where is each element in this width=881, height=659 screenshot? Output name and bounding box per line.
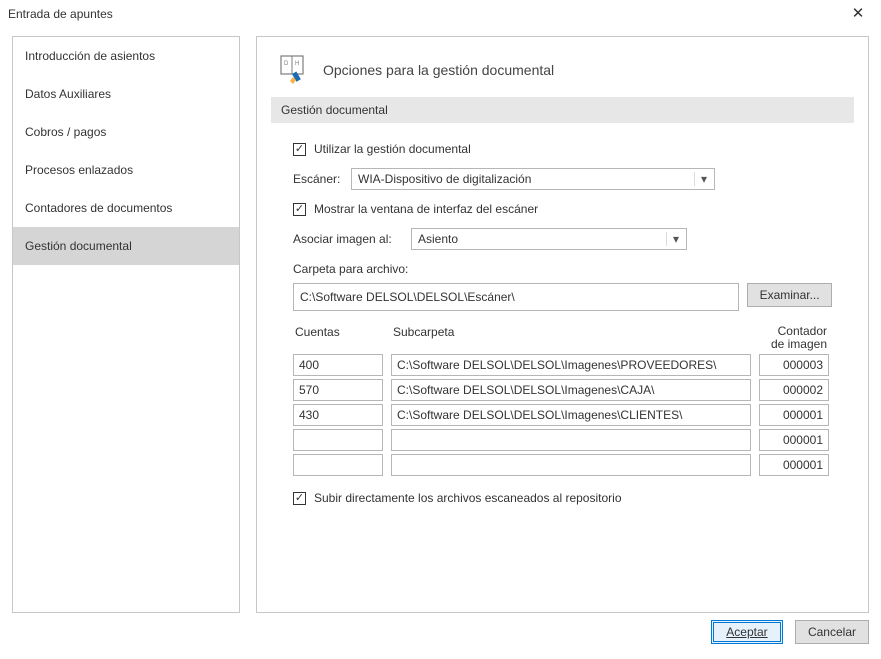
content-panel: D H Opciones para la gestión documental … bbox=[256, 36, 869, 613]
sidebar: Introducción de asientos Datos Auxiliare… bbox=[12, 36, 240, 613]
chevron-down-icon: ▾ bbox=[666, 232, 682, 246]
section-header: Gestión documental bbox=[271, 97, 854, 123]
cell-cuenta[interactable] bbox=[293, 429, 383, 451]
label-scanner: Escáner: bbox=[293, 172, 343, 186]
checkbox-upload-repository[interactable] bbox=[293, 492, 306, 505]
sidebar-item-contadores[interactable]: Contadores de documentos bbox=[13, 189, 239, 227]
cell-subcarpeta[interactable] bbox=[391, 454, 751, 476]
cell-subcarpeta[interactable]: C:\Software DELSOL\DELSOL\Imagenes\CLIEN… bbox=[391, 404, 751, 426]
sidebar-item-cobros-pagos[interactable]: Cobros / pagos bbox=[13, 113, 239, 151]
accept-button[interactable]: Aceptar bbox=[711, 620, 783, 644]
cell-cuenta[interactable] bbox=[293, 454, 383, 476]
combo-scanner-value: WIA-Dispositivo de digitalización bbox=[358, 172, 531, 186]
col-header-subcarpeta: Subcarpeta bbox=[391, 325, 751, 351]
accounts-grid: Cuentas Subcarpeta Contador de imagen 40… bbox=[293, 325, 832, 476]
cell-subcarpeta[interactable]: C:\Software DELSOL\DELSOL\Imagenes\CAJA\ bbox=[391, 379, 751, 401]
sidebar-item-procesos-enlazados[interactable]: Procesos enlazados bbox=[13, 151, 239, 189]
cell-cuenta[interactable]: 570 bbox=[293, 379, 383, 401]
cell-contador[interactable]: 000003 bbox=[759, 354, 829, 376]
svg-text:D: D bbox=[284, 61, 289, 67]
combo-asociar[interactable]: Asiento ▾ bbox=[411, 228, 687, 250]
cell-subcarpeta[interactable] bbox=[391, 429, 751, 451]
checkbox-use-gestion[interactable] bbox=[293, 143, 306, 156]
cancel-button[interactable]: Cancelar bbox=[795, 620, 869, 644]
label-show-interface: Mostrar la ventana de interfaz del escán… bbox=[314, 202, 538, 216]
combo-asociar-value: Asiento bbox=[418, 232, 458, 246]
svg-text:H: H bbox=[295, 61, 299, 67]
cell-cuenta[interactable]: 400 bbox=[293, 354, 383, 376]
cell-contador[interactable]: 000001 bbox=[759, 404, 829, 426]
browse-button[interactable]: Examinar... bbox=[747, 283, 832, 307]
page-title: Opciones para la gestión documental bbox=[323, 62, 554, 78]
sidebar-item-datos-auxiliares[interactable]: Datos Auxiliares bbox=[13, 75, 239, 113]
label-upload-repository: Subir directamente los archivos escanead… bbox=[314, 491, 622, 505]
cell-contador[interactable]: 000002 bbox=[759, 379, 829, 401]
checkbox-show-interface[interactable] bbox=[293, 203, 306, 216]
sidebar-item-introduccion[interactable]: Introducción de asientos bbox=[13, 37, 239, 75]
cell-contador[interactable]: 000001 bbox=[759, 429, 829, 451]
combo-scanner[interactable]: WIA-Dispositivo de digitalización ▾ bbox=[351, 168, 715, 190]
window-title: Entrada de apuntes bbox=[8, 7, 113, 21]
label-folder: Carpeta para archivo: bbox=[293, 262, 408, 276]
cell-contador[interactable]: 000001 bbox=[759, 454, 829, 476]
label-asociar: Asociar imagen al: bbox=[293, 232, 403, 246]
label-use-gestion: Utilizar la gestión documental bbox=[314, 142, 471, 156]
col-header-contador: Contador de imagen bbox=[759, 325, 829, 351]
input-folder-path[interactable]: C:\Software DELSOL\DELSOL\Escáner\ bbox=[293, 283, 739, 311]
cell-subcarpeta[interactable]: C:\Software DELSOL\DELSOL\Imagenes\PROVE… bbox=[391, 354, 751, 376]
document-scan-icon: D H bbox=[279, 55, 309, 85]
col-header-cuentas: Cuentas bbox=[293, 325, 383, 351]
chevron-down-icon: ▾ bbox=[694, 172, 710, 186]
sidebar-item-gestion-documental[interactable]: Gestión documental bbox=[13, 227, 239, 265]
close-icon[interactable]: ✕ bbox=[841, 3, 875, 25]
cell-cuenta[interactable]: 430 bbox=[293, 404, 383, 426]
